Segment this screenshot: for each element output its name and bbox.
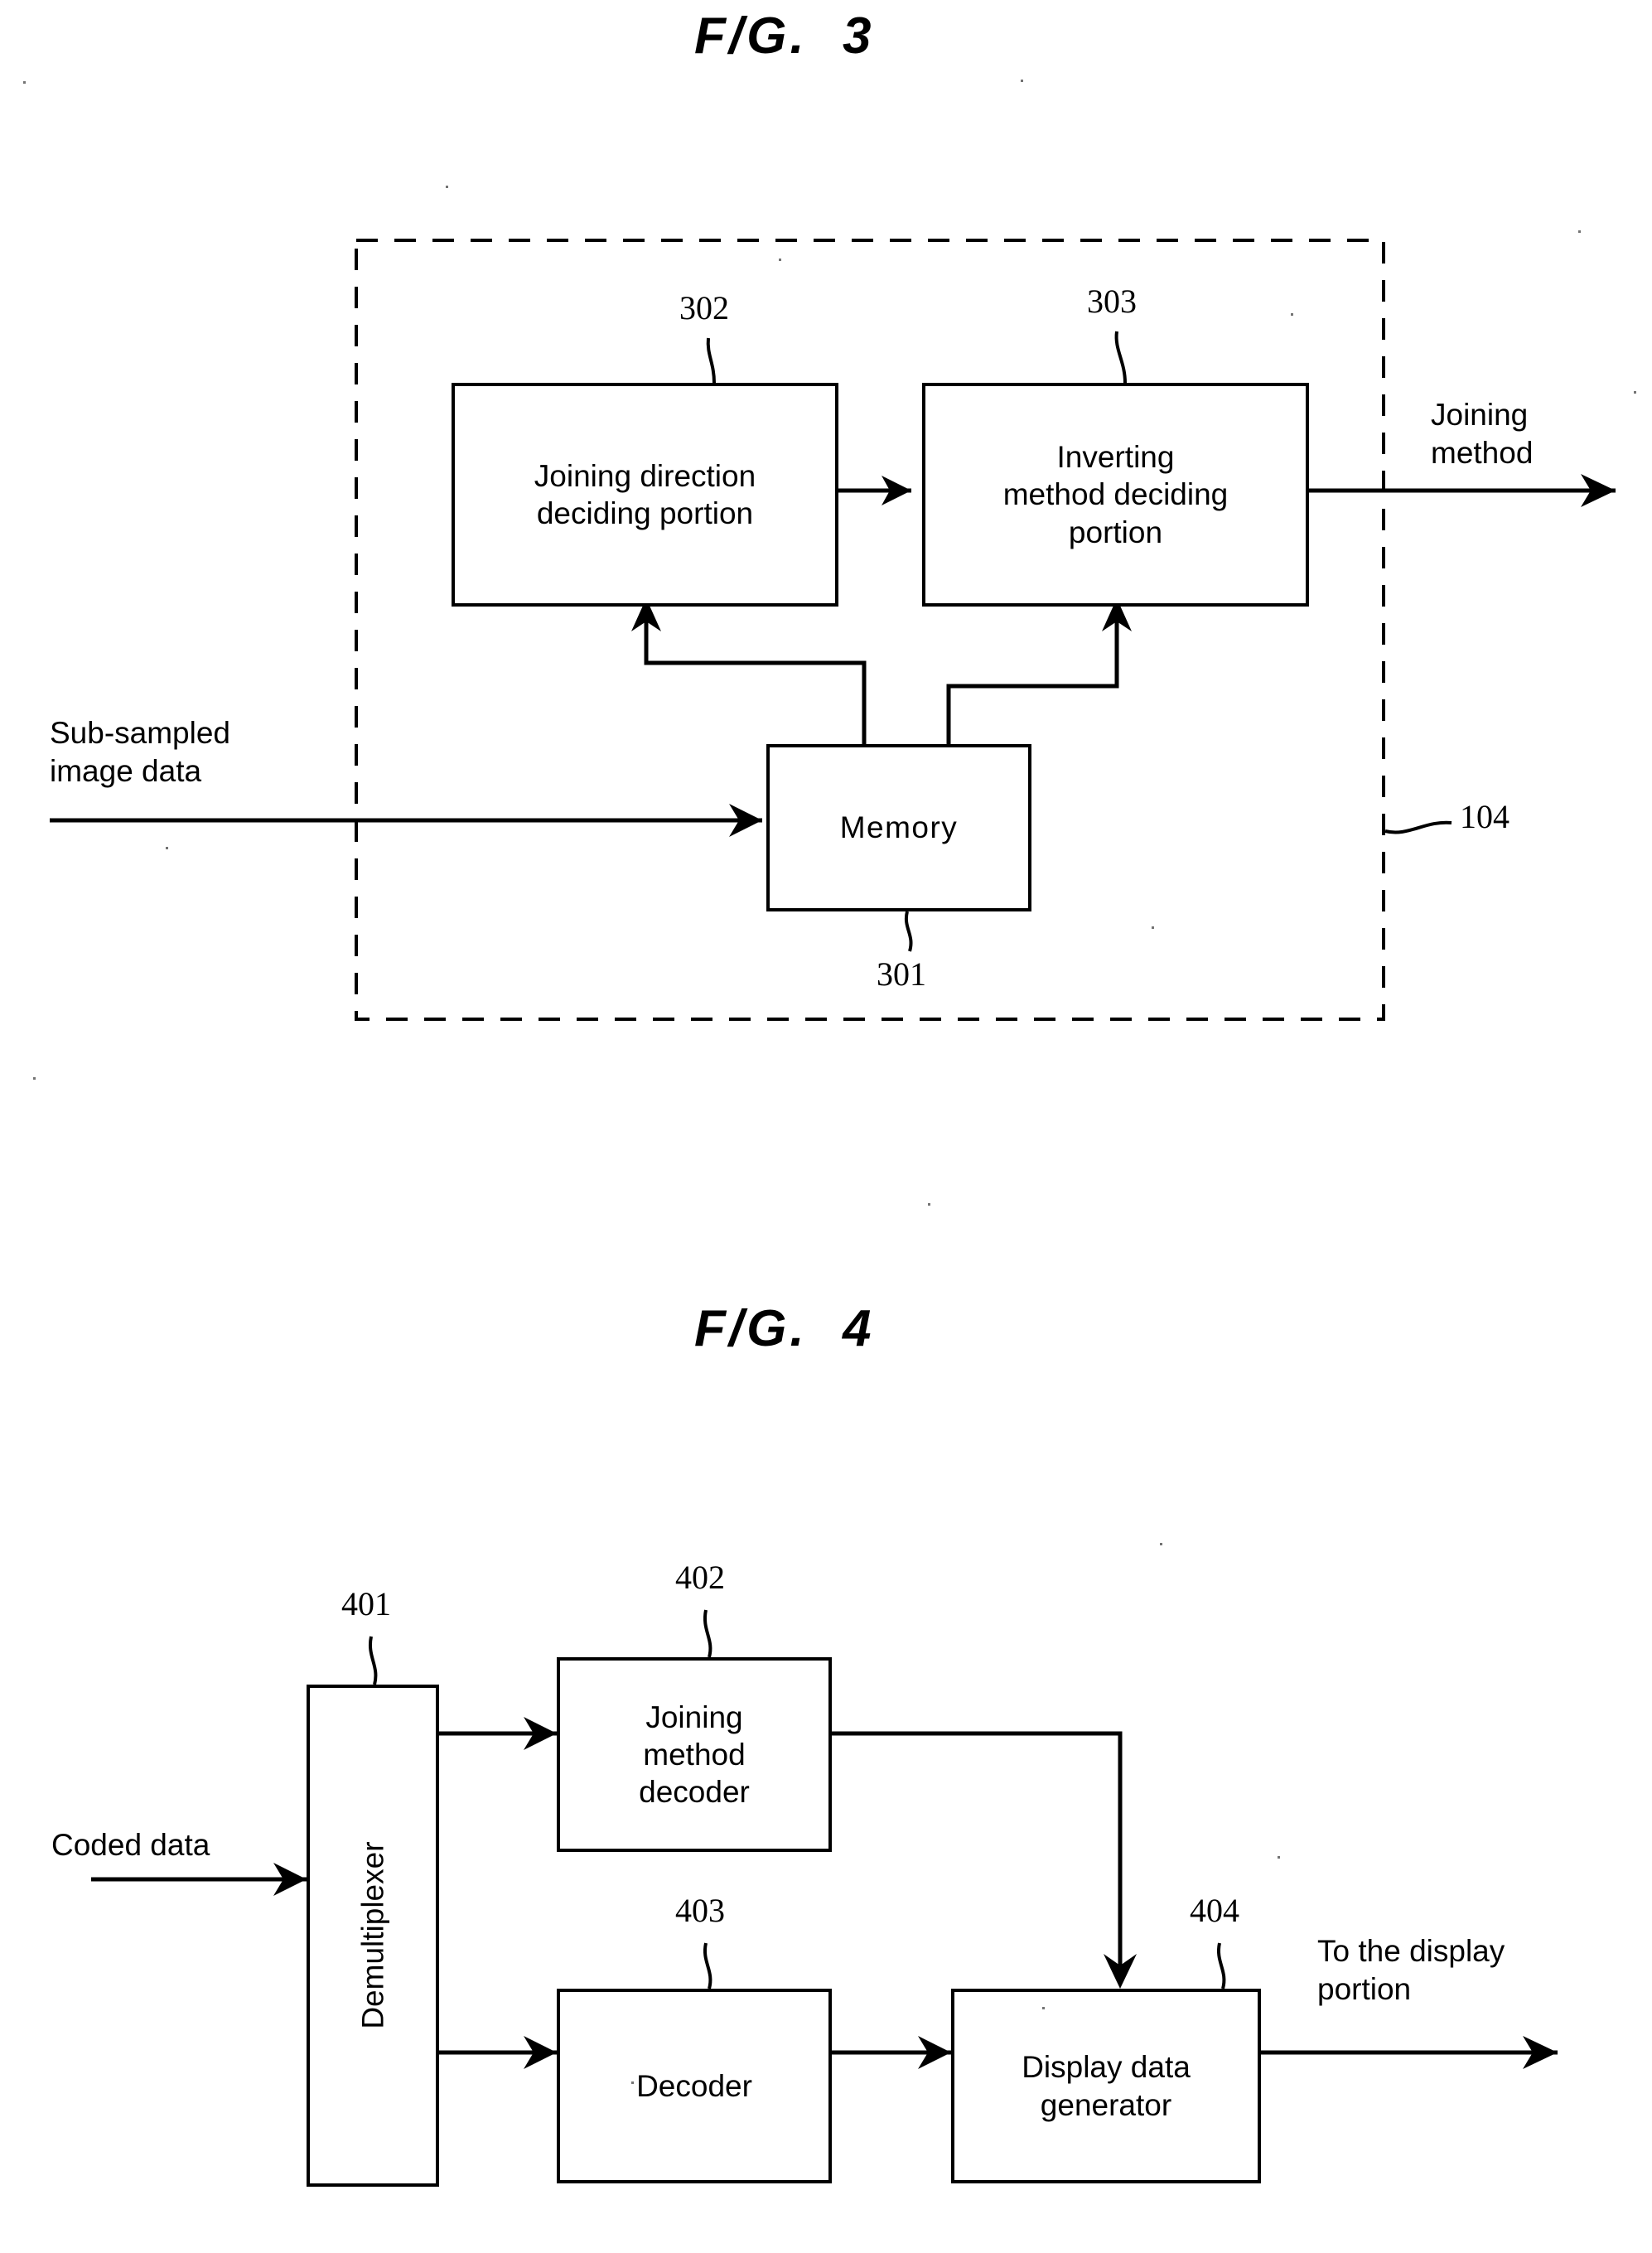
block-label: Inverting method deciding portion xyxy=(1002,440,1229,549)
speckle xyxy=(928,1203,930,1206)
block-memory[interactable]: Memory xyxy=(766,744,1031,911)
block-joining-method-decoder[interactable]: Joining method decoder xyxy=(557,1657,832,1852)
block-inverting-method-deciding-portion[interactable]: Inverting method deciding portion xyxy=(922,383,1309,607)
ref-number-302: 302 xyxy=(679,289,729,326)
patent-drawing-sheet: F/G. 3 Joining direction deciding portio… xyxy=(0,0,1652,2253)
ref-number-104: 104 xyxy=(1460,798,1510,835)
speckle xyxy=(1578,230,1581,233)
ref-number-303: 303 xyxy=(1087,283,1137,320)
block-label: Demultiplexer xyxy=(355,1841,390,2030)
input-label-sub-sampled-image-data: Sub-sampled image data xyxy=(50,716,231,788)
ref-number-403: 403 xyxy=(675,1892,725,1929)
ref-number-404: 404 xyxy=(1190,1892,1239,1929)
speckle xyxy=(1278,1856,1280,1859)
speckle xyxy=(1291,313,1293,316)
speckle xyxy=(1152,926,1154,929)
fig3-line-art xyxy=(50,239,1616,1021)
speckle xyxy=(1042,2007,1045,2009)
ref-number-401: 401 xyxy=(341,1585,391,1622)
figure-4-title: F/G. 4 xyxy=(694,1300,875,1357)
speckle xyxy=(779,259,781,261)
speckle xyxy=(23,81,26,84)
block-demultiplexer[interactable]: Demultiplexer xyxy=(307,1685,439,2187)
block-joining-direction-deciding-portion[interactable]: Joining direction deciding portion xyxy=(452,383,838,607)
speckle xyxy=(1160,1543,1162,1545)
block-display-data-generator[interactable]: Display data generator xyxy=(951,1989,1261,2183)
input-label-coded-data: Coded data xyxy=(51,1828,210,1862)
block-label: Memory xyxy=(839,810,959,845)
block-label: Display data generator xyxy=(1022,2050,1191,2122)
output-label-joining-method: Joining method xyxy=(1431,398,1534,470)
speckle xyxy=(1634,391,1636,394)
figure-3-title: F/G. 3 xyxy=(694,7,875,65)
speckle xyxy=(631,2081,634,2084)
block-decoder[interactable]: Decoder xyxy=(557,1989,832,2183)
speckle xyxy=(446,186,448,188)
speckle xyxy=(33,1077,36,1080)
block-label: Joining method decoder xyxy=(639,1699,750,1810)
block-label: Decoder xyxy=(636,2068,752,2103)
speckle xyxy=(1021,80,1023,82)
fig4-line-art xyxy=(91,1609,1558,2069)
block-label: Joining direction deciding portion xyxy=(534,458,756,530)
speckle xyxy=(166,847,168,849)
output-label-to-the-display-portion: To the display portion xyxy=(1317,1934,1505,2006)
ref-number-301: 301 xyxy=(877,955,926,993)
ref-number-402: 402 xyxy=(675,1559,725,1596)
